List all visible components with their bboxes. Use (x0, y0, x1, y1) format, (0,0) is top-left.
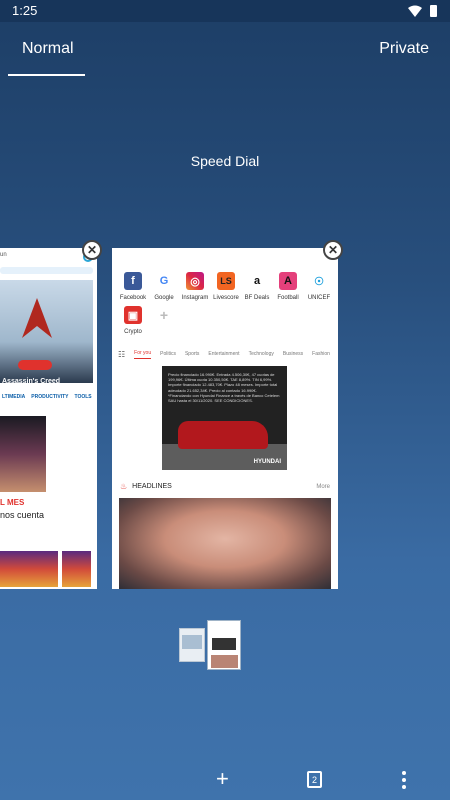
speed-dial-add[interactable]: + (149, 306, 179, 324)
tab-card-previous[interactable]: un Assassin's Creed Rebellion LTIMEDIA P… (0, 248, 97, 589)
headlines-label: HEADLINES (132, 483, 172, 490)
feed-tab: Business (282, 351, 304, 357)
news-category-tabs: ☷ For you Politics Sports Entertainment … (112, 346, 338, 362)
headline-image (119, 498, 331, 589)
battery-icon (430, 5, 437, 17)
thumbnail (0, 551, 58, 587)
ad-text: Precio financiado 16.990€. Entrada 4.506… (168, 372, 280, 403)
speed-dial-google[interactable]: G Google (149, 272, 179, 301)
speed-dial-label: Football (277, 295, 299, 301)
status-bar: 1:25 (0, 0, 450, 22)
speed-dial-label: Facebook (119, 295, 147, 301)
search-bar (0, 267, 93, 274)
mini-preview-block (211, 655, 238, 668)
page-url: un (0, 252, 7, 258)
more-options-icon[interactable] (401, 771, 407, 789)
play-now-button (18, 360, 52, 370)
speed-dial-crypto[interactable]: ▣ Crypto (118, 306, 148, 335)
category-item: PRODUCTIVITY (31, 394, 69, 400)
feed-tab: Politics (160, 351, 176, 357)
ad-banner: Precio financiado 16.990€. Entrada 4.506… (162, 366, 287, 470)
tab-count-button[interactable]: 2 (307, 771, 322, 788)
tab-normal[interactable]: Normal (22, 40, 74, 58)
tab-private[interactable]: Private (379, 40, 429, 58)
wifi-icon (408, 5, 422, 17)
article-text: nos cuenta (0, 510, 45, 520)
thumbnail-row (0, 551, 97, 587)
livescore-icon: LS (217, 272, 235, 290)
speed-dial-instagram[interactable]: ◎ Instagram (180, 272, 210, 301)
crypto-icon: ▣ (124, 306, 142, 324)
plus-icon: + (159, 307, 169, 323)
close-tab-current-button[interactable]: ✕ (323, 240, 343, 260)
speed-dial-bf-deals[interactable]: a BF Deals (242, 272, 272, 301)
tab-card-current[interactable]: f Facebook G Google ◎ Instagram LS Lives… (112, 248, 338, 589)
feed-tab: Fashion (312, 351, 330, 357)
speed-dial-label: Instagram (181, 295, 209, 301)
new-tab-button[interactable]: + (216, 768, 229, 790)
category-item: TOOLS (74, 394, 92, 400)
unicef-icon: ☉ (314, 275, 324, 288)
mini-preview-block (182, 635, 202, 649)
speed-dial-unicef[interactable]: ☉ UNICEF (304, 272, 334, 302)
football-icon: A (279, 272, 297, 290)
headlines-header: ♨ HEADLINES More (120, 482, 330, 491)
facebook-icon: f (124, 272, 142, 290)
instagram-icon: ◎ (186, 272, 204, 290)
ad-brand: HYUNDAI (253, 459, 281, 465)
google-icon: G (159, 275, 169, 287)
status-time: 1:25 (12, 3, 38, 18)
mini-tab-preview[interactable] (179, 628, 205, 662)
speed-dial-label: UNICEF (307, 295, 331, 301)
feed-tab: Technology (248, 351, 274, 357)
mini-preview-block (212, 638, 236, 650)
flame-icon: ♨ (120, 482, 128, 491)
tab-indicator (8, 74, 85, 76)
car-image (178, 421, 268, 449)
game-banner: Assassin's Creed Rebellion (0, 280, 93, 392)
active-tab-title: Speed Dial (190, 153, 260, 169)
filter-icon: ☷ (118, 349, 126, 359)
close-tab-previous-button[interactable]: ✕ (82, 240, 102, 260)
game-logo-icon (22, 298, 52, 338)
feed-tab: Sports (184, 351, 200, 357)
speed-dial-label: Google (154, 295, 174, 301)
category-strip: LTIMEDIA PRODUCTIVITY TOOLS (0, 390, 97, 404)
speed-dial-label: Crypto (124, 329, 142, 335)
speed-dial-label: BF Deals (244, 295, 270, 301)
article-image (0, 416, 46, 492)
thumbnail (62, 551, 91, 587)
speed-dial-label: Livescore (213, 295, 239, 301)
more-link: More (316, 483, 330, 490)
section-tag: L MES (0, 498, 25, 507)
speed-dial-football[interactable]: A Football (273, 272, 303, 301)
mini-tab-preview-current[interactable] (207, 620, 241, 670)
speed-dial-facebook[interactable]: f Facebook (118, 272, 148, 301)
feed-tab: For you (134, 350, 152, 359)
category-item: LTIMEDIA (2, 394, 26, 400)
speed-dial-livescore[interactable]: LS Livescore (211, 272, 241, 301)
feed-tab: Entertainment (208, 351, 240, 357)
amazon-icon: a (253, 275, 261, 287)
bottom-toolbar: + 2 (0, 762, 450, 800)
